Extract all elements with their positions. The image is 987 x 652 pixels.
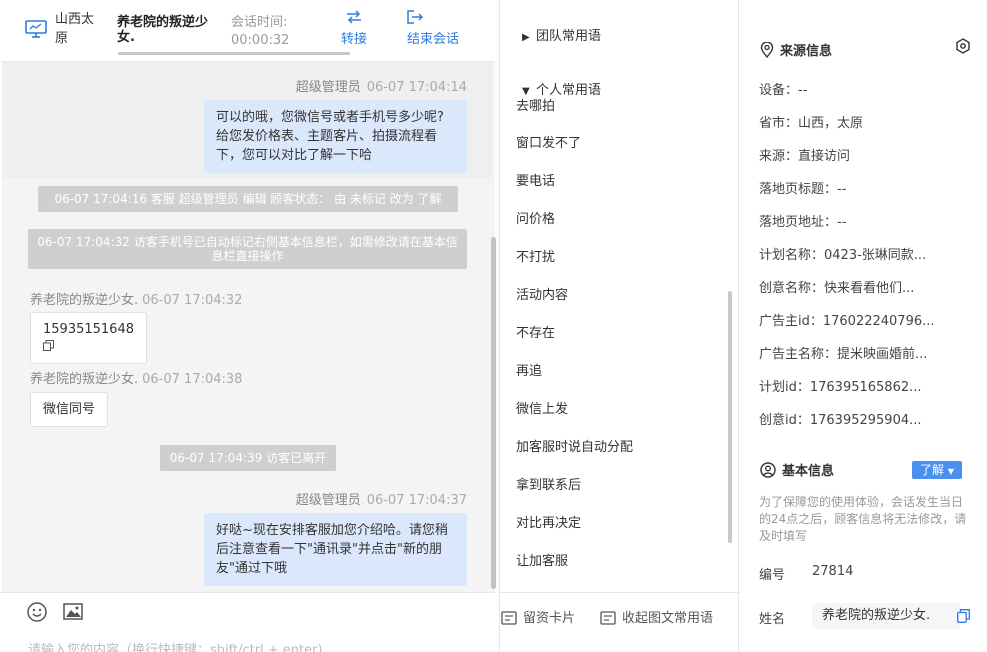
customer-status-dropdown[interactable]: 了解 ▼	[912, 461, 962, 479]
message-list: 超级管理员 06-07 17:04:14 可以的哦，您微信号或者手机号多少呢?给您…	[2, 62, 495, 592]
phrases-toolbar: 留资卡片 收起图文常用语	[500, 592, 740, 652]
system-notice: 06-07 17:04:32 访客手机号已自动标记右侧基本信息栏，如需修改请在基…	[28, 229, 467, 269]
system-notice: 06-07 17:04:16 客服 超级管理员 编辑 顾客状态： 由 未标记 改…	[38, 186, 458, 212]
chat-workspace: 山西太原 养老院的叛逆少女. 会话时间: 00:00:32 转接 结束会话 超级…	[0, 0, 987, 652]
phrase-item[interactable]: 问价格	[516, 208, 555, 227]
phrase-item[interactable]: 再追	[516, 360, 542, 379]
message-time: 06-07 17:04:14	[366, 80, 467, 95]
basic-info-title: 基本信息	[760, 460, 834, 479]
system-notice: 06-07 17:04:39 访客已离开	[160, 445, 336, 471]
emoji-icon[interactable]	[26, 601, 48, 623]
source-row-advertiser-name: 广告主名称：提米映画婚前...	[759, 347, 928, 362]
agent-message-bubble: 好哒~现在安排客服加您介绍哈。请您稍后注意查看一下"通讯录"并点击"新的朋友"通…	[204, 513, 467, 586]
source-row-landing-title: 落地页标题：--	[759, 182, 847, 197]
copy-icon[interactable]	[957, 609, 970, 623]
source-row-creative-id: 创意id：176395295904...	[759, 413, 922, 428]
source-info-title: 来源信息	[760, 40, 832, 59]
source-row-region: 省市：山西，太原	[759, 116, 864, 131]
message-meta: 养老院的叛逆少女. 06-07 17:04:32	[30, 289, 242, 308]
end-session-button[interactable]: 结束会话	[407, 10, 459, 47]
phrase-item[interactable]: 要电话	[516, 170, 555, 189]
edit-notice: 为了保障您的使用体验，会话发生当日的24点之后，顾客信息将无法修改，请及时填写	[759, 495, 967, 543]
message-time: 06-07 17:04:32	[142, 293, 243, 308]
lead-card-button[interactable]: 留资卡片	[501, 607, 575, 626]
transfer-label: 转接	[341, 32, 368, 47]
quick-phrases-panel: ▶ 团队常用语 ▼ 个人常用语 去哪拍 窗口发不了 要电话 问价格 不打扰 活动内容…	[499, 0, 740, 652]
header-scroll-indicator	[118, 52, 350, 55]
card-icon	[600, 611, 616, 625]
phrase-item[interactable]: 不存在	[516, 322, 555, 341]
team-phrases-group[interactable]: ▶ 团队常用语	[522, 25, 601, 44]
phrases-scrollbar[interactable]	[728, 291, 732, 543]
id-value: 27814	[812, 564, 854, 579]
visitor-message-bubble: 15935151648	[30, 312, 147, 364]
status-label: 了解	[920, 463, 945, 477]
phrase-item[interactable]: 加客服时说自动分配	[516, 436, 633, 455]
message-input[interactable]: 请输入您的内容（换行快捷键：shift/ctrl + enter)	[28, 639, 323, 652]
source-row-landing-url: 落地页地址：--	[759, 215, 847, 230]
phrase-item[interactable]: 让加客服	[516, 550, 568, 569]
transfer-button[interactable]: 转接	[341, 10, 367, 47]
image-icon[interactable]	[62, 601, 84, 623]
message-text: 15935151648	[43, 322, 134, 337]
message-time: 06-07 17:04:38	[142, 372, 243, 387]
source-row-origin: 来源：直接访问	[759, 149, 851, 164]
message-meta: 超级管理员 06-07 17:04:14	[296, 76, 467, 95]
source-row-device: 设备：--	[759, 83, 808, 98]
sender-name: 养老院的叛逆少女.	[30, 293, 139, 308]
group-label: 团队常用语	[536, 29, 602, 44]
basic-title-text: 基本信息	[782, 464, 835, 479]
location-pin-icon	[760, 41, 774, 59]
session-time-value: 00:00:32	[231, 33, 290, 48]
sender-name: 超级管理员	[295, 80, 361, 95]
message-scrollbar[interactable]	[491, 237, 496, 589]
source-title-text: 来源信息	[780, 44, 833, 59]
session-time-label: 会话时间:	[231, 15, 288, 30]
name-label: 姓名	[759, 612, 786, 627]
visitor-location: 山西太原	[55, 12, 95, 46]
sender-name: 超级管理员	[295, 493, 361, 508]
lead-card-label: 留资卡片	[523, 611, 576, 626]
phrase-item[interactable]: 活动内容	[516, 284, 568, 303]
id-label: 编号	[759, 568, 786, 583]
collapse-phrases-label: 收起图文常用语	[622, 611, 714, 626]
source-row-creative-name: 创意名称：快来看看他们...	[759, 281, 915, 296]
settings-hex-icon[interactable]	[955, 38, 971, 54]
conversation-header: 山西太原 养老院的叛逆少女. 会话时间: 00:00:32 转接 结束会话	[0, 0, 495, 62]
caret-right-icon: ▶	[522, 32, 530, 43]
message-time: 06-07 17:04:37	[366, 493, 467, 508]
caret-down-icon: ▼	[947, 467, 954, 476]
copy-icon[interactable]	[43, 340, 54, 351]
phrase-item[interactable]: 微信上发	[516, 398, 568, 417]
sender-name: 养老院的叛逆少女.	[30, 372, 139, 387]
source-row-plan-name: 计划名称：0423-张琳同款...	[759, 248, 927, 263]
name-field[interactable]: 养老院的叛逆少女.	[812, 603, 960, 629]
exit-icon	[407, 10, 423, 24]
conversation-panel: 山西太原 养老院的叛逆少女. 会话时间: 00:00:32 转接 结束会话 超级…	[0, 0, 496, 652]
phrase-item[interactable]: 窗口发不了	[516, 132, 581, 151]
phrase-item[interactable]: 去哪拍	[516, 95, 555, 114]
phrase-item[interactable]: 对比再决定	[516, 512, 581, 531]
visitor-name: 养老院的叛逆少女.	[117, 15, 209, 45]
agent-message-bubble: 可以的哦，您微信号或者手机号多少呢?给您发价格表、主题客片、拍摄流程看下，您可以…	[204, 100, 467, 173]
transfer-icon	[347, 10, 361, 24]
message-meta: 超级管理员 06-07 17:04:37	[296, 489, 467, 508]
source-row-plan-id: 计划id：176395165862...	[759, 380, 922, 395]
visitor-message-bubble: 微信同号	[30, 392, 109, 427]
message-composer: 请输入您的内容（换行快捷键：shift/ctrl + enter)	[0, 592, 495, 652]
phrase-item[interactable]: 不打扰	[516, 246, 555, 265]
end-session-label: 结束会话	[407, 32, 460, 47]
phrase-item[interactable]: 拿到联系后	[516, 474, 581, 493]
monitor-icon	[25, 20, 47, 38]
message-meta: 养老院的叛逆少女. 06-07 17:04:38	[30, 368, 242, 387]
collapse-phrases-button[interactable]: 收起图文常用语	[600, 607, 713, 626]
user-circle-icon	[760, 462, 776, 478]
card-icon	[501, 611, 517, 625]
source-row-advertiser-id: 广告主id：176022240796...	[759, 314, 935, 329]
visitor-info-panel: 来源信息 设备：-- 省市：山西，太原 来源：直接访问 落地页标题：-- 落地页…	[740, 0, 987, 652]
